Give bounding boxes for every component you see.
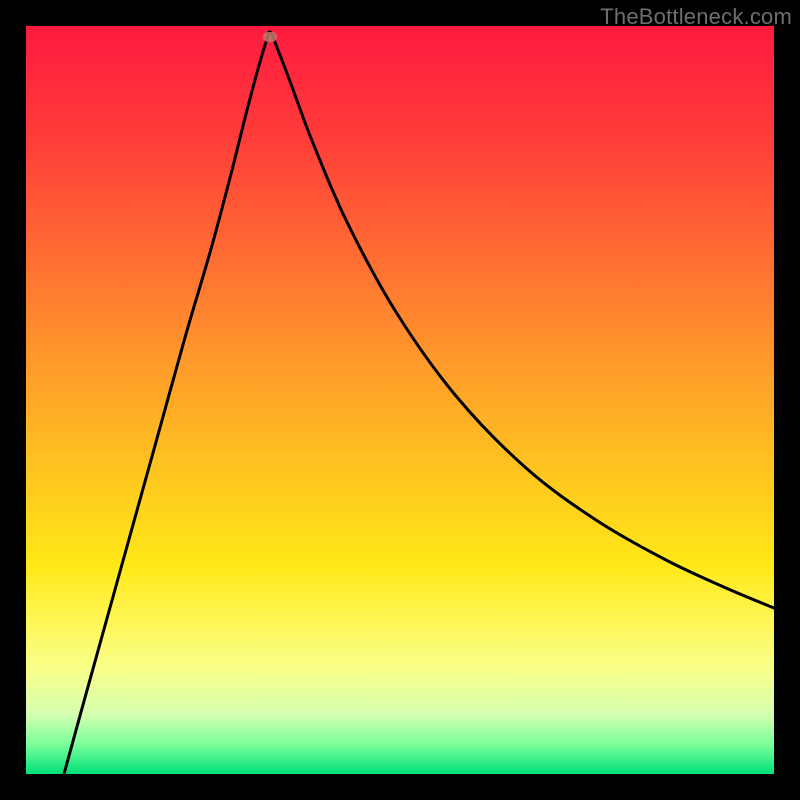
minimum-marker: [263, 32, 277, 42]
bottleneck-curve-path: [64, 32, 774, 774]
chart-plot-area: [26, 26, 774, 774]
chart-curve: [26, 26, 774, 774]
